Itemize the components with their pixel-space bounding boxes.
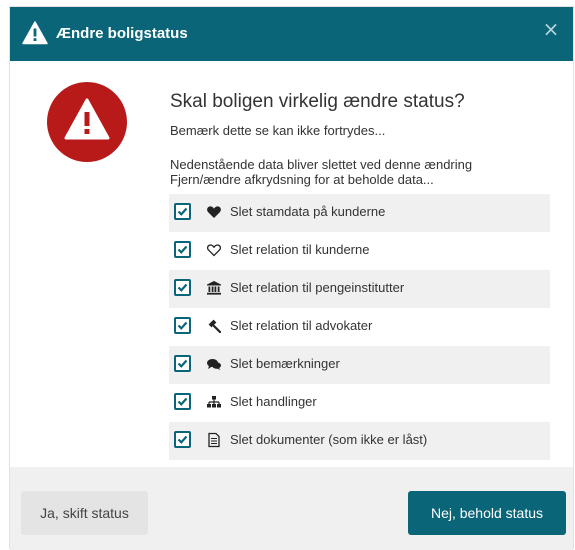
- confirm-change-button[interactable]: Ja, skift status: [21, 491, 148, 535]
- option-row-dokumenter[interactable]: Slet dokumenter (som ikke er låst): [169, 422, 550, 460]
- checkbox-stamdata[interactable]: [174, 203, 191, 220]
- checkbox-dokumenter[interactable]: [174, 431, 191, 448]
- info-text-line1: Nedenstående data bliver slettet ved den…: [170, 157, 473, 172]
- option-row-handlinger[interactable]: Slet handlinger: [169, 384, 550, 422]
- keep-status-button[interactable]: Nej, behold status: [408, 491, 566, 535]
- delete-options-list: Slet stamdata på kunderne Slet relation …: [169, 194, 550, 460]
- option-label: Slet handlinger: [230, 394, 317, 409]
- close-button[interactable]: ×: [539, 17, 563, 41]
- large-warning-icon: [47, 82, 127, 162]
- option-label: Slet relation til pengeinstitutter: [230, 280, 405, 295]
- option-label: Slet relation til kunderne: [230, 242, 370, 257]
- option-row-kunder[interactable]: Slet relation til kunderne: [169, 232, 550, 270]
- option-label: Slet relation til advokater: [230, 318, 373, 333]
- dialog-footer: Ja, skift status Nej, behold status: [10, 467, 573, 550]
- option-row-advokater[interactable]: Slet relation til advokater: [169, 308, 550, 346]
- option-label: Slet stamdata på kunderne: [230, 204, 386, 219]
- checkbox-pengeinstitutter[interactable]: [174, 279, 191, 296]
- checkbox-kunder[interactable]: [174, 241, 191, 258]
- option-row-pengeinstitutter[interactable]: Slet relation til pengeinstitutter: [169, 270, 550, 308]
- option-label: Slet bemærkninger: [230, 356, 340, 371]
- comments-icon: [206, 356, 222, 372]
- option-label: Slet dokumenter (som ikke er låst): [230, 432, 428, 447]
- checkbox-advokater[interactable]: [174, 317, 191, 334]
- document-icon: [206, 432, 222, 448]
- info-text-line2: Fjern/ændre afkrydsning for at beholde d…: [170, 172, 434, 187]
- sitemap-icon: [206, 394, 222, 410]
- warning-icon: [22, 21, 48, 45]
- change-status-dialog: Ændre boligstatus × Skal boligen virkeli…: [9, 6, 574, 550]
- heart-solid-icon: [206, 204, 222, 220]
- checkbox-handlinger[interactable]: [174, 393, 191, 410]
- dialog-titlebar: Ændre boligstatus ×: [10, 7, 573, 61]
- dialog-subheading: Bemærk dette se kan ikke fortrydes...: [170, 123, 386, 138]
- checkbox-bemaerkninger[interactable]: [174, 355, 191, 372]
- dialog-heading: Skal boligen virkelig ændre status?: [170, 91, 465, 112]
- gavel-icon: [206, 318, 222, 334]
- heart-outline-icon: [206, 242, 222, 258]
- dialog-title: Ændre boligstatus: [56, 25, 188, 42]
- bank-icon: [206, 280, 222, 296]
- option-row-stamdata[interactable]: Slet stamdata på kunderne: [169, 194, 550, 232]
- option-row-bemaerkninger[interactable]: Slet bemærkninger: [169, 346, 550, 384]
